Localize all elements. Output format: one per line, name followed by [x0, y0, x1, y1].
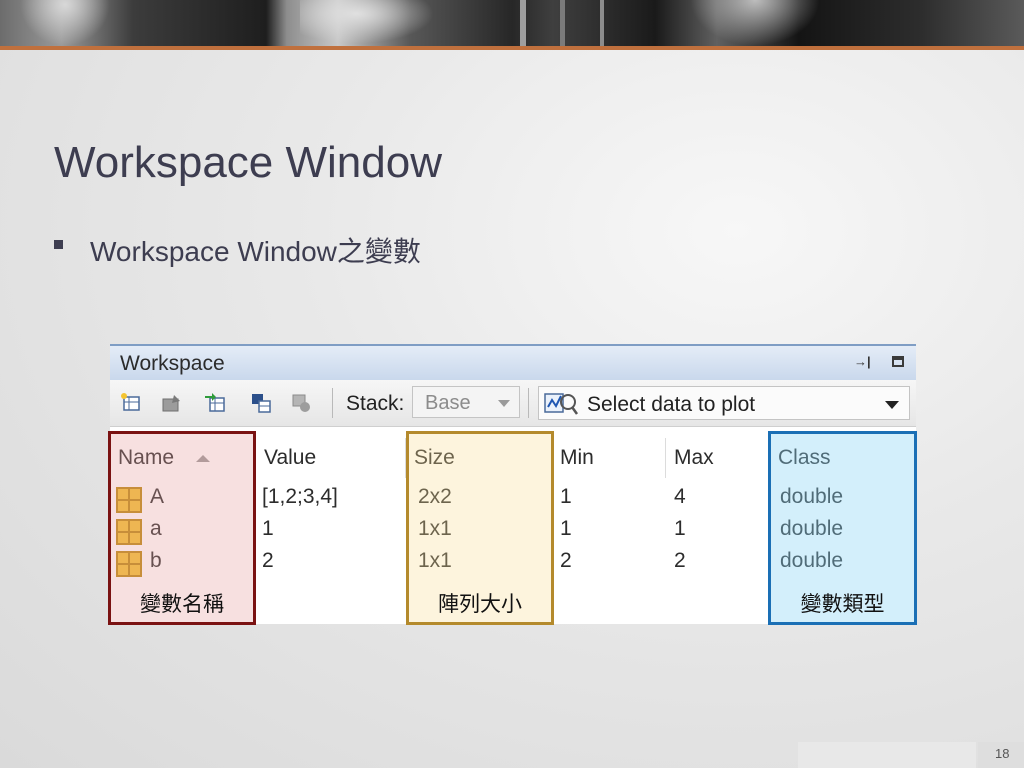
chevron-down-icon: [885, 401, 899, 409]
delete-variable-icon[interactable]: [290, 392, 312, 414]
save-workspace-icon[interactable]: [250, 392, 272, 414]
plot-selector-label: Select data to plot: [587, 393, 756, 416]
footer-bar: [798, 742, 976, 768]
cell-min: 2: [560, 549, 572, 572]
annotation-box-class: 變數類型: [768, 431, 917, 625]
cell-min: 1: [560, 485, 572, 508]
plot-chart-icon: [544, 393, 579, 415]
chevron-down-icon: [498, 400, 510, 407]
workspace-title: Workspace: [120, 352, 225, 375]
annotation-label-class: 變數類型: [800, 593, 885, 616]
toolbar-separator: [528, 388, 529, 418]
cell-value: 2: [262, 549, 274, 572]
workspace-toolbar: Stack: Base Select data to plot: [110, 380, 916, 427]
maximize-icon[interactable]: [892, 356, 904, 367]
annotation-label-name: 變數名稱: [140, 593, 224, 616]
annotation-box-name: 變數名稱: [108, 431, 256, 625]
stack-select[interactable]: Base: [412, 386, 520, 418]
bullet-text: Workspace Window之變數: [90, 236, 421, 267]
annotation-box-size: 陣列大小: [406, 431, 554, 625]
annotation-label-size: 陣列大小: [438, 593, 522, 616]
cell-value: [1,2;3,4]: [262, 485, 338, 508]
cell-value: 1: [262, 517, 274, 540]
stack-label: Stack:: [346, 392, 405, 415]
cell-min: 1: [560, 517, 572, 540]
plot-selector-dropdown[interactable]: Select data to plot: [538, 386, 910, 420]
undock-icon[interactable]: →|: [854, 354, 871, 369]
workspace-titlebar: Workspace →|: [110, 344, 916, 380]
accent-line: [0, 46, 1024, 50]
header-banner-image: [0, 0, 1024, 46]
import-data-icon[interactable]: [204, 392, 226, 414]
cell-max: 1: [674, 517, 686, 540]
stack-select-value: Base: [425, 392, 471, 414]
bullet-square-icon: [54, 240, 63, 249]
toolbar-separator: [332, 388, 333, 418]
open-variable-icon[interactable]: [160, 392, 182, 414]
page-number: 18: [995, 746, 1010, 761]
cell-max: 2: [674, 549, 686, 572]
slide-title: Workspace Window: [54, 138, 442, 187]
column-header-min[interactable]: Min: [552, 438, 666, 478]
cell-max: 4: [674, 485, 686, 508]
column-header-max[interactable]: Max: [666, 438, 770, 478]
column-header-value[interactable]: Value: [256, 438, 406, 478]
new-variable-icon[interactable]: [120, 392, 142, 414]
